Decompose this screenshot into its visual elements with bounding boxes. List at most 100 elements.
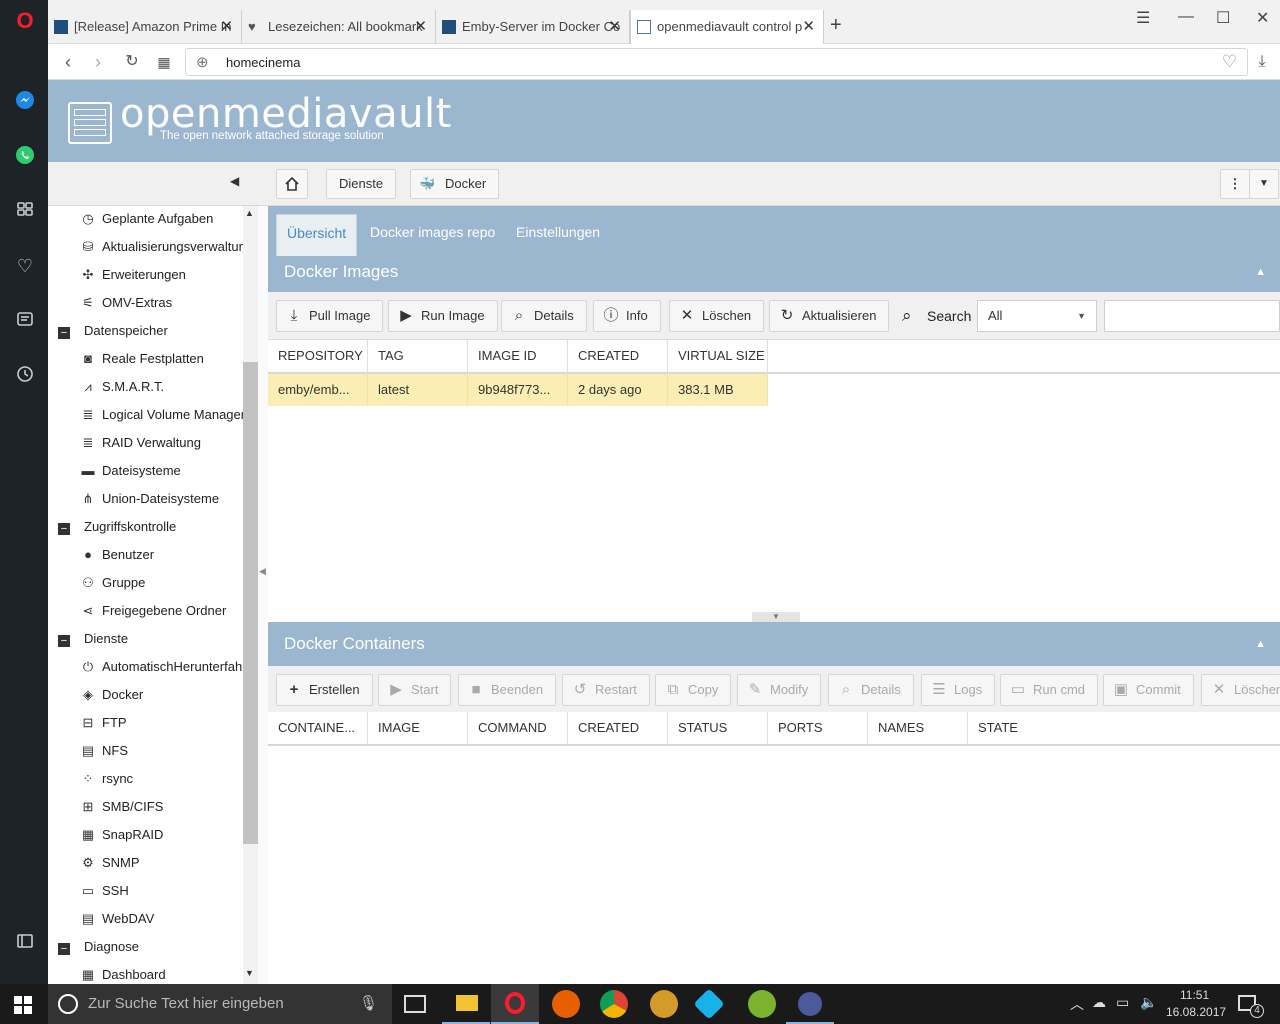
- url-input[interactable]: ⊕ homecinema ♡: [185, 48, 1248, 76]
- collapse-tree-icon[interactable]: ◀: [230, 174, 239, 188]
- minimize-icon[interactable]: —: [1178, 8, 1194, 26]
- file-explorer-icon[interactable]: [442, 984, 490, 1024]
- taskbar-search-input[interactable]: Zur Suche Text hier eingeben 🎙: [48, 984, 392, 1024]
- col-tag[interactable]: TAG: [368, 340, 468, 374]
- maximize-icon[interactable]: ☐: [1216, 8, 1230, 28]
- col-names[interactable]: NAMES: [868, 712, 968, 746]
- splitter-collapse-icon[interactable]: ◀: [259, 566, 266, 577]
- tab-uebersicht[interactable]: Übersicht: [276, 214, 358, 258]
- sidebar-item-s-m-a-r-t[interactable]: ⩘ S.M.A.R.T.: [80, 376, 164, 404]
- opera-taskbar-icon[interactable]: [491, 984, 539, 1024]
- microphone-icon[interactable]: 🎙: [359, 984, 378, 1024]
- messenger-icon[interactable]: [14, 90, 36, 112]
- col-command[interactable]: COMMAND: [468, 712, 568, 746]
- browser-tab-1[interactable]: [Release] Amazon Prime In ✕: [48, 10, 242, 44]
- download-icon[interactable]: ⤓: [1250, 50, 1274, 74]
- minus-icon[interactable]: −: [58, 635, 70, 647]
- tab-menu-icon[interactable]: ☰: [1136, 8, 1150, 28]
- sidebar-item-diagnose[interactable]: − Diagnose: [58, 936, 139, 964]
- minus-icon[interactable]: −: [58, 327, 70, 339]
- sidebar-item-datenspeicher[interactable]: − Datenspeicher: [58, 320, 168, 348]
- logs-button[interactable]: ☰ Logs: [921, 674, 996, 706]
- sidebar-item-gruppe[interactable]: ⚇ Gruppe: [80, 572, 145, 600]
- col-image[interactable]: IMAGE: [368, 712, 468, 746]
- new-tab-icon[interactable]: +: [830, 14, 842, 37]
- col-virtual-size[interactable]: VIRTUAL SIZE: [668, 340, 768, 374]
- sidebar-item-omv-extras[interactable]: ⚟ OMV-Extras: [80, 292, 172, 320]
- tray-chevron-up-icon[interactable]: ︿: [1070, 994, 1084, 1014]
- clock-date[interactable]: 16.08.2017: [1166, 1005, 1226, 1019]
- browser-tab-3[interactable]: Emby-Server im Docker Co ✕: [436, 10, 630, 44]
- sidebar-item-smb-cifs[interactable]: ⊞ SMB/CIFS: [80, 796, 164, 824]
- col-ports[interactable]: PORTS: [768, 712, 868, 746]
- browser-tab-2[interactable]: ♥ Lesezeichen: All bookmark ✕: [242, 10, 436, 44]
- search-input[interactable]: [1104, 300, 1280, 332]
- bookmarks-heart-icon[interactable]: ♡: [14, 255, 36, 277]
- sidebar-item-webdav[interactable]: ▤ WebDAV: [80, 908, 154, 936]
- collapse-up-icon[interactable]: ▲: [1255, 622, 1266, 666]
- run-cmd-button[interactable]: ▭ Run cmd: [1000, 674, 1099, 706]
- close-tab-icon[interactable]: ✕: [802, 10, 815, 44]
- stop-button[interactable]: ■ Beenden: [458, 674, 557, 706]
- delete-image-button[interactable]: ✕ Löschen: [669, 300, 765, 332]
- tree-scroll-thumb[interactable]: [243, 362, 258, 844]
- close-tab-icon[interactable]: ✕: [414, 10, 427, 44]
- opera-logo-icon[interactable]: O: [14, 10, 36, 32]
- browser-tab-4[interactable]: openmediavault control p ✕: [630, 10, 824, 44]
- kodi-icon[interactable]: [693, 988, 725, 1020]
- sidebar-toggle-icon[interactable]: [14, 932, 36, 954]
- col-created[interactable]: CREATED: [568, 340, 668, 374]
- close-window-icon[interactable]: ✕: [1256, 8, 1269, 28]
- windows-start-icon[interactable]: [14, 996, 32, 1014]
- minus-icon[interactable]: −: [58, 943, 70, 955]
- whatsapp-icon[interactable]: [14, 145, 36, 167]
- sidebar-item-ftp[interactable]: ⊟ FTP: [80, 712, 127, 740]
- tab-docker-images-repo[interactable]: Docker images repo: [360, 214, 505, 258]
- chrome-icon[interactable]: [600, 990, 628, 1018]
- sidebar-item-raid-verwaltung[interactable]: ≣ RAID Verwaltung: [80, 432, 201, 460]
- history-icon[interactable]: [14, 365, 36, 387]
- start-button[interactable]: ▶ Start: [378, 674, 452, 706]
- col-created[interactable]: CREATED: [568, 712, 668, 746]
- more-menu-button[interactable]: ⋮: [1220, 169, 1250, 199]
- collapse-up-icon[interactable]: ▲: [1255, 256, 1266, 288]
- scroll-up-icon[interactable]: ▲: [245, 208, 254, 218]
- info-button[interactable]: ⓘ Info: [593, 300, 661, 332]
- sidebar-item-freigegebene-ordner[interactable]: ⋖ Freigegebene Ordner: [80, 600, 227, 628]
- reload-icon[interactable]: ↻: [120, 50, 144, 74]
- task-view-icon[interactable]: [404, 995, 426, 1013]
- table-row[interactable]: emby/emb... latest 9b948f773... 2 days a…: [268, 374, 768, 406]
- firefox-icon[interactable]: [552, 990, 580, 1018]
- modify-button[interactable]: ✎ Modify: [737, 674, 822, 706]
- close-tab-icon[interactable]: ✕: [608, 10, 621, 44]
- panel-resize-handle[interactable]: ▼: [752, 612, 800, 622]
- details-button[interactable]: ⌕ Details: [501, 300, 587, 332]
- clock-time[interactable]: 11:51: [1180, 988, 1209, 1002]
- sidebar-item-dashboard[interactable]: ▦ Dashboard: [80, 964, 166, 984]
- container-details-button[interactable]: ⌕ Details: [828, 674, 914, 706]
- home-button[interactable]: [276, 169, 308, 199]
- delete-container-button[interactable]: ✕ Löschen: [1201, 674, 1280, 706]
- sidebar-item-erweiterungen[interactable]: ✣ Erweiterungen: [80, 264, 186, 292]
- minus-icon[interactable]: −: [58, 523, 70, 535]
- network-icon[interactable]: ▭: [1116, 994, 1129, 1011]
- sidebar-item-docker[interactable]: ◈ Docker: [80, 684, 143, 712]
- sidebar-item-automatischherunterfahren[interactable]: ⏻ AutomatischHerunterfahren: [80, 656, 257, 684]
- panel-splitter[interactable]: ◀: [258, 206, 268, 984]
- scroll-down-icon[interactable]: ▼: [245, 968, 254, 978]
- sidebar-item-dateisysteme[interactable]: ▬ Dateisysteme: [80, 460, 181, 488]
- forward-icon[interactable]: ›: [86, 50, 110, 74]
- sidebar-item-dienste[interactable]: − Dienste: [58, 628, 128, 656]
- sidebar-item-zugriffskontrolle[interactable]: − Zugriffskontrolle: [58, 516, 176, 544]
- tab-einstellungen[interactable]: Einstellungen: [506, 214, 610, 258]
- refresh-button[interactable]: ↻ Aktualisieren: [769, 300, 890, 332]
- sidebar-item-geplante-aufgaben[interactable]: ◷ Geplante Aufgaben: [80, 208, 213, 236]
- commit-button[interactable]: ▣ Commit: [1103, 674, 1194, 706]
- breadcrumb-docker[interactable]: 🐳 Docker: [410, 169, 500, 199]
- breadcrumb-dienste[interactable]: Dienste: [326, 169, 397, 199]
- search-filter-select[interactable]: All ▼: [977, 300, 1097, 332]
- sidebar-item-logical-volume-management[interactable]: ≣ Logical Volume Management: [80, 404, 257, 432]
- app-icon[interactable]: [748, 990, 776, 1018]
- news-icon[interactable]: [14, 310, 36, 332]
- sidebar-item-benutzer[interactable]: ● Benutzer: [80, 544, 154, 572]
